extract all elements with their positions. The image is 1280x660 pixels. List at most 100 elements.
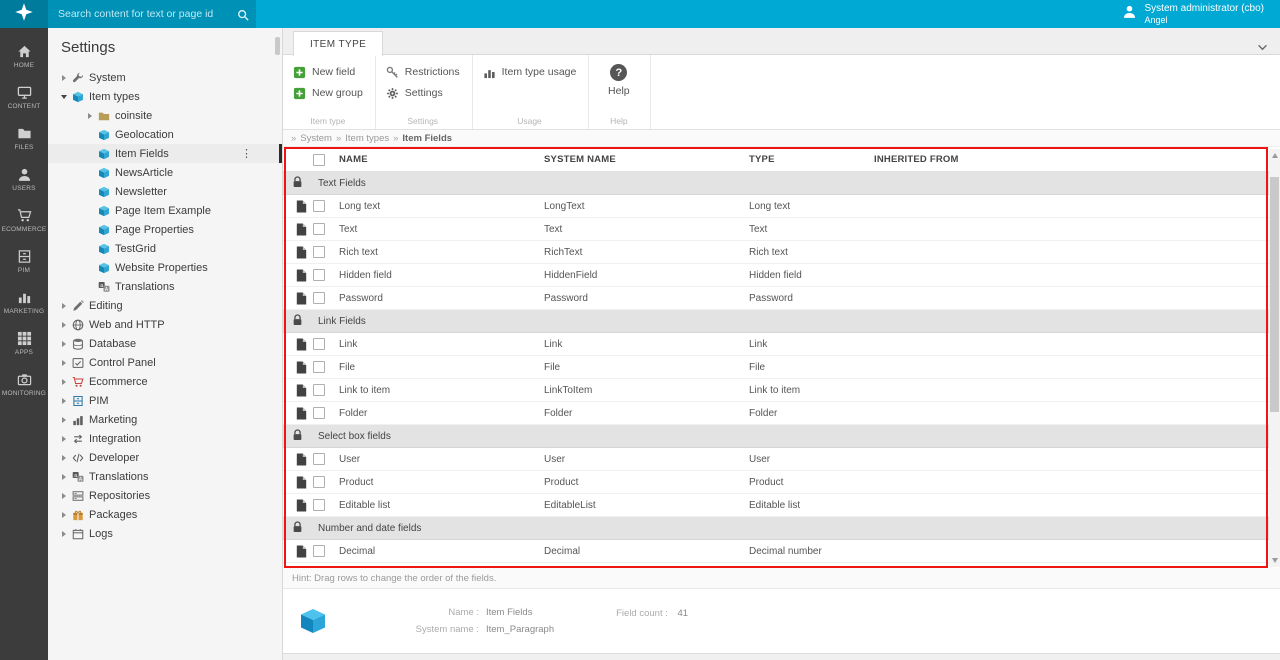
tree-item-testgrid[interactable]: TestGrid [48, 239, 282, 258]
user-menu[interactable]: System administrator (cbo) Angel [1122, 2, 1280, 27]
tree-item-page-item-example[interactable]: Page Item Example [48, 201, 282, 220]
row-checkbox[interactable] [313, 499, 325, 511]
rail-item-users[interactable]: USERS [0, 159, 48, 200]
rail-item-files[interactable]: FILES [0, 118, 48, 159]
tree-item-newsarticle[interactable]: NewsArticle [48, 163, 282, 182]
field-row-hidden-field[interactable]: Hidden fieldHiddenFieldHidden field [283, 264, 1269, 287]
caret-collapsed-icon[interactable] [58, 455, 70, 461]
field-row-password[interactable]: PasswordPasswordPassword [283, 287, 1269, 310]
new-group-button[interactable]: New group [293, 85, 363, 101]
row-checkbox[interactable] [313, 453, 325, 465]
breadcrumb-item-item-types[interactable]: Item types [345, 133, 389, 144]
tree-item-web-and-http[interactable]: Web and HTTP [48, 315, 282, 334]
field-row-link[interactable]: LinkLinkLink [283, 333, 1269, 356]
field-row-product[interactable]: ProductProductProduct [283, 471, 1269, 494]
group-row-link-fields[interactable]: Link Fields [283, 310, 1269, 333]
tree-item-packages[interactable]: Packages [48, 505, 282, 524]
search-input[interactable] [48, 0, 256, 28]
row-checkbox[interactable] [313, 407, 325, 419]
field-row-link-to-item[interactable]: Link to itemLinkToItemLink to item [283, 379, 1269, 402]
group-row-select-box-fields[interactable]: Select box fields [283, 425, 1269, 448]
caret-collapsed-icon[interactable] [58, 493, 70, 499]
caret-collapsed-icon[interactable] [58, 341, 70, 347]
scroll-down-icon[interactable] [1272, 558, 1278, 563]
tree-item-control-panel[interactable]: Control Panel [48, 353, 282, 372]
caret-collapsed-icon[interactable] [58, 436, 70, 442]
scrollbar-thumb[interactable] [1270, 177, 1279, 412]
caret-collapsed-icon[interactable] [58, 512, 70, 518]
row-checkbox[interactable] [313, 200, 325, 212]
restrictions-button[interactable]: Restrictions [386, 64, 460, 80]
tree-item-page-properties[interactable]: Page Properties [48, 220, 282, 239]
tree-item-logs[interactable]: Logs [48, 524, 282, 543]
tree-item-item-fields[interactable]: Item Fields⋮ [48, 144, 282, 163]
tree-item-translations[interactable]: aATranslations [48, 467, 282, 486]
rail-item-content[interactable]: CONTENT [0, 77, 48, 118]
caret-collapsed-icon[interactable] [58, 379, 70, 385]
caret-expanded-icon[interactable] [58, 95, 70, 99]
rail-item-apps[interactable]: APPS [0, 323, 48, 364]
new-field-button[interactable]: New field [293, 64, 363, 80]
row-checkbox[interactable] [313, 246, 325, 258]
field-row-rich-text[interactable]: Rich textRichTextRich text [283, 241, 1269, 264]
row-checkbox[interactable] [313, 384, 325, 396]
caret-collapsed-icon[interactable] [58, 417, 70, 423]
field-row-decimal[interactable]: DecimalDecimalDecimal number [283, 540, 1269, 563]
caret-collapsed-icon[interactable] [58, 398, 70, 404]
field-row-long-text[interactable]: Long textLongTextLong text [283, 195, 1269, 218]
rail-item-ecommerce[interactable]: ECOMMERCE [0, 200, 48, 241]
rail-item-marketing[interactable]: MARKETING [0, 282, 48, 323]
field-row-file[interactable]: FileFileFile [283, 356, 1269, 379]
tab-item-type[interactable]: ITEM TYPE [293, 31, 383, 56]
tree-item-marketing[interactable]: Marketing [48, 410, 282, 429]
search-icon[interactable] [237, 8, 249, 26]
row-checkbox[interactable] [313, 292, 325, 304]
caret-collapsed-icon[interactable] [58, 360, 70, 366]
caret-collapsed-icon[interactable] [58, 474, 70, 480]
breadcrumb-item-system[interactable]: System [300, 133, 332, 144]
row-checkbox[interactable] [313, 361, 325, 373]
tree-item-pim[interactable]: PIM [48, 391, 282, 410]
tree-item-coinsite[interactable]: coinsite [48, 106, 282, 125]
select-all-checkbox[interactable] [313, 154, 325, 166]
tree-item-newsletter[interactable]: Newsletter [48, 182, 282, 201]
row-checkbox[interactable] [313, 223, 325, 235]
rail-item-monitoring[interactable]: MONITORING [0, 364, 48, 405]
tree-item-editing[interactable]: Editing [48, 296, 282, 315]
row-checkbox[interactable] [313, 545, 325, 557]
sidebar-scrollbar-thumb[interactable] [275, 37, 280, 55]
rail-item-pim[interactable]: PIM [0, 241, 48, 282]
help-button[interactable]: ?Help [608, 64, 630, 97]
row-checkbox[interactable] [313, 269, 325, 281]
tree-item-developer[interactable]: Developer [48, 448, 282, 467]
field-row-folder[interactable]: FolderFolderFolder [283, 402, 1269, 425]
item-context-menu-icon[interactable]: ⋮ [241, 147, 252, 160]
row-checkbox[interactable] [313, 338, 325, 350]
field-row-user[interactable]: UserUserUser [283, 448, 1269, 471]
tree-item-system[interactable]: System [48, 68, 282, 87]
column-header-inherited-from[interactable]: INHERITED FROM [874, 154, 1269, 165]
column-header-system-name[interactable]: SYSTEM NAME [544, 154, 749, 165]
app-logo[interactable] [0, 0, 48, 28]
rail-item-home[interactable]: HOME [0, 36, 48, 77]
field-row-text[interactable]: TextTextText [283, 218, 1269, 241]
table-scrollbar[interactable] [1269, 149, 1280, 567]
tree-item-database[interactable]: Database [48, 334, 282, 353]
column-header-name[interactable]: NAME [339, 154, 544, 165]
caret-collapsed-icon[interactable] [84, 113, 96, 119]
group-row-text-fields[interactable]: Text Fields [283, 172, 1269, 195]
caret-collapsed-icon[interactable] [58, 531, 70, 537]
group-row-number-and-date-fields[interactable]: Number and date fields [283, 517, 1269, 540]
tree-item-repositories[interactable]: Repositories [48, 486, 282, 505]
column-header-type[interactable]: TYPE [749, 154, 874, 165]
caret-collapsed-icon[interactable] [58, 303, 70, 309]
caret-collapsed-icon[interactable] [58, 322, 70, 328]
field-row-editable-list[interactable]: Editable listEditableListEditable list [283, 494, 1269, 517]
item-type-usage-button[interactable]: Item type usage [483, 64, 577, 80]
scroll-up-icon[interactable] [1272, 153, 1278, 158]
tree-item-website-properties[interactable]: Website Properties [48, 258, 282, 277]
tree-item-integration[interactable]: Integration [48, 429, 282, 448]
tree-item-geolocation[interactable]: Geolocation [48, 125, 282, 144]
caret-collapsed-icon[interactable] [58, 75, 70, 81]
tree-item-item-types[interactable]: Item types [48, 87, 282, 106]
